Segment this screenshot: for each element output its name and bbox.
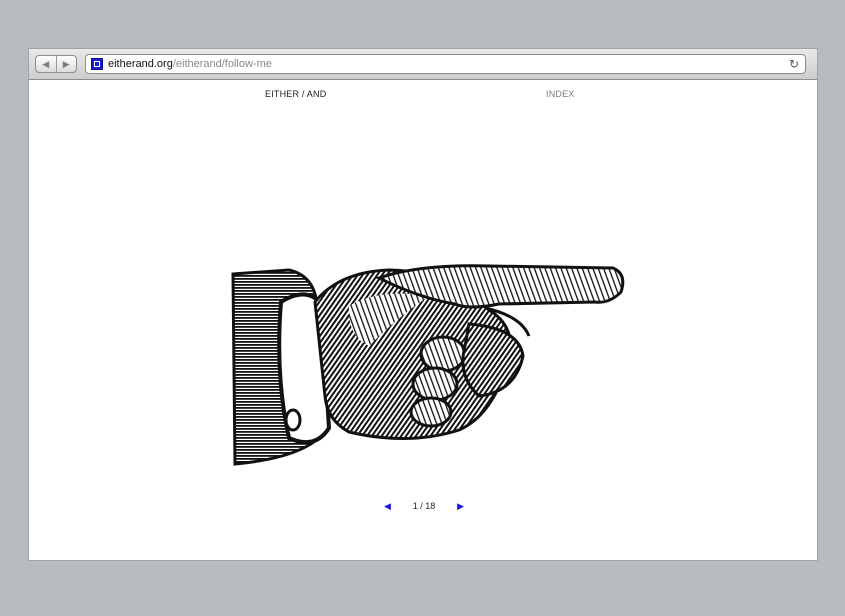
pager-count: 1 / 18 — [413, 501, 436, 511]
url-path: /eitherand/follow-me — [172, 58, 272, 70]
either-and-link[interactable]: EITHER / AND — [265, 89, 326, 99]
pager-total: 18 — [425, 501, 436, 511]
previous-slide-icon[interactable]: ◀ — [384, 501, 391, 512]
pointing-hand-illustration — [231, 264, 625, 466]
back-button[interactable]: ◀ — [36, 56, 56, 72]
pager-current: 1 — [412, 501, 418, 511]
history-buttons: ◀ ▶ — [35, 55, 77, 73]
reload-icon[interactable]: ↻ — [786, 57, 802, 71]
index-link[interactable]: INDEX — [546, 89, 575, 99]
slide-pager: ◀ 1 / 18 ▶ — [384, 499, 464, 513]
address-bar[interactable]: eitherand.org/eitherand/follow-me ↻ — [85, 54, 806, 74]
site-favicon-icon — [91, 58, 103, 70]
forward-button[interactable]: ▶ — [55, 56, 77, 72]
url-domain: eitherand.org — [108, 58, 173, 70]
forward-arrow-icon: ▶ — [62, 58, 70, 69]
url-text[interactable]: eitherand.org/eitherand/follow-me — [108, 58, 786, 70]
back-arrow-icon: ◀ — [42, 58, 50, 69]
browser-toolbar: ◀ ▶ eitherand.org/eitherand/follow-me ↻ — [29, 49, 817, 80]
pager-separator: / — [420, 501, 423, 511]
next-slide-icon[interactable]: ▶ — [457, 501, 464, 512]
web-page: EITHER / AND INDEX ◀ 1 / 18 ▶ — [29, 80, 817, 560]
browser-window: ◀ ▶ eitherand.org/eitherand/follow-me ↻ … — [29, 49, 817, 560]
